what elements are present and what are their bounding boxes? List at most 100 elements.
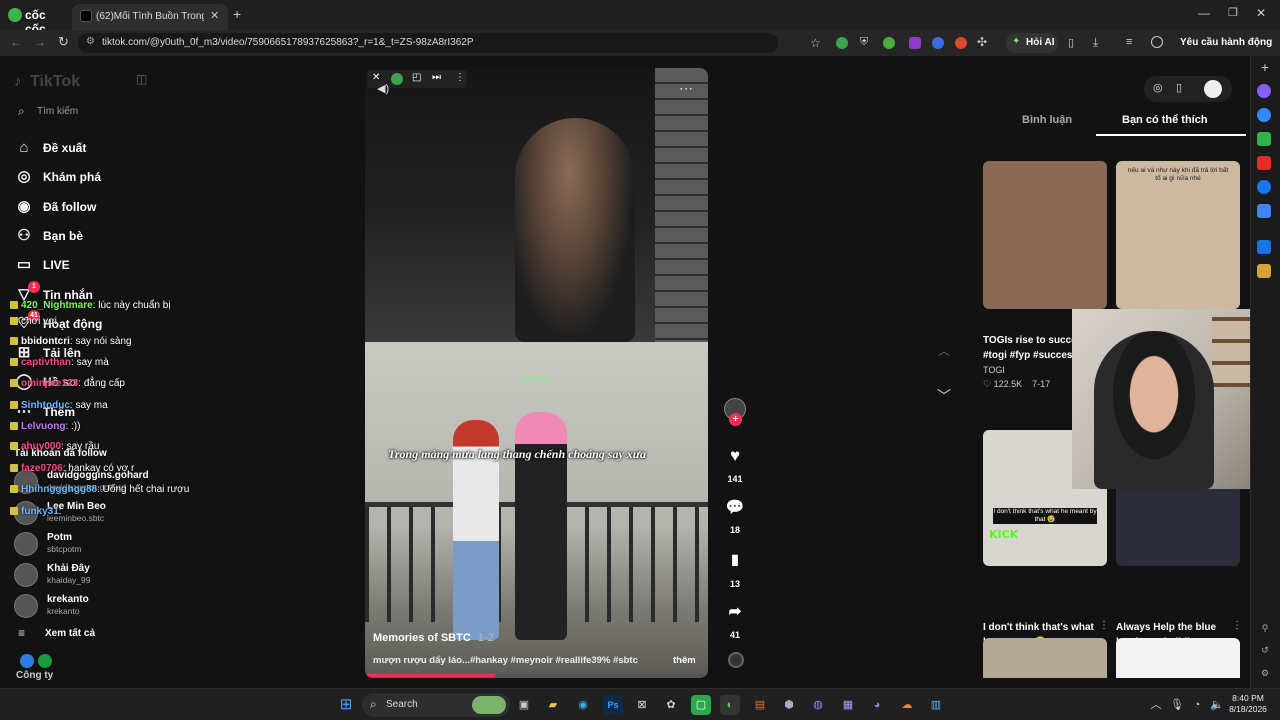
- sidebar-pin-icon[interactable]: ⚲: [1256, 619, 1274, 637]
- video-thumbnail[interactable]: [983, 638, 1107, 678]
- taskbar-search[interactable]: ⌕ Search: [362, 693, 510, 717]
- facebook-icon[interactable]: [1257, 180, 1271, 194]
- capcut-icon[interactable]: ⊠: [632, 695, 652, 715]
- playlist-title[interactable]: Memories of SBTC 1-2: [373, 632, 494, 644]
- translate-icon[interactable]: [1257, 204, 1271, 218]
- ext-blue-icon[interactable]: [932, 37, 944, 49]
- browser-logo[interactable]: cốc cốc: [8, 7, 68, 36]
- download-ext-icon[interactable]: [883, 37, 895, 49]
- app2-icon[interactable]: ▤: [750, 695, 770, 715]
- cloud-icon[interactable]: ☁: [897, 695, 917, 715]
- see-all-link[interactable]: ≡ Xem tất cả: [14, 624, 134, 644]
- progress-track[interactable]: [365, 674, 708, 677]
- card-more-icon[interactable]: ⋮: [1232, 620, 1242, 631]
- video-player[interactable]: Mey Noir Trong màng mưa lang thang chếnh…: [365, 68, 708, 678]
- restore-icon[interactable]: ❐: [1228, 6, 1238, 19]
- wechat-icon[interactable]: ▢: [691, 695, 711, 715]
- edge-icon[interactable]: ◉: [573, 695, 593, 715]
- comment-button[interactable]: 💬 18: [722, 498, 748, 535]
- bookmark-star-icon[interactable]: ☆: [810, 36, 821, 50]
- sidebar-add-icon[interactable]: +: [1256, 58, 1274, 76]
- video-more-icon[interactable]: ⋯: [679, 80, 693, 97]
- photoshop-icon[interactable]: Ps: [603, 695, 623, 715]
- reload-icon[interactable]: ↻: [58, 34, 69, 50]
- sidebar-toggle-icon[interactable]: ▯: [1068, 36, 1074, 49]
- tab-comments[interactable]: Bình luận: [1022, 114, 1072, 126]
- clock[interactable]: 8:40 PM 8/18/2026: [1226, 693, 1270, 717]
- nav-item-compass[interactable]: ◎ Khám phá: [14, 165, 184, 189]
- app4-icon[interactable]: ▦: [838, 695, 858, 715]
- profile-icon[interactable]: [1151, 36, 1163, 48]
- download-video-icon[interactable]: [391, 73, 403, 85]
- notepad-icon[interactable]: ▥: [926, 695, 946, 715]
- photo-icon[interactable]: [1257, 264, 1271, 278]
- steam-icon[interactable]: ⬢: [779, 695, 799, 715]
- collapse-sidebar-icon[interactable]: ◫: [136, 72, 147, 86]
- creator-avatar[interactable]: +: [722, 398, 748, 426]
- minimize-icon[interactable]: —: [1198, 6, 1210, 20]
- menu-dots-icon[interactable]: ⋮: [455, 72, 465, 83]
- volume-icon[interactable]: ◀): [377, 82, 389, 95]
- share-button[interactable]: ➦ 41: [722, 602, 748, 640]
- history-icon[interactable]: ↺: [1256, 641, 1274, 659]
- following-item[interactable]: Potm sbtcpotm: [14, 530, 194, 558]
- video-thumbnail[interactable]: [1116, 638, 1240, 678]
- downloads-icon[interactable]: ⤓: [1093, 35, 1098, 50]
- skip-icon[interactable]: ⏭: [432, 72, 441, 83]
- discord-icon[interactable]: ◕: [867, 695, 887, 715]
- game-icon[interactable]: [1257, 132, 1271, 146]
- sc-icon[interactable]: [1257, 240, 1271, 254]
- start-icon[interactable]: ⊞: [336, 695, 356, 715]
- following-item[interactable]: krekanto krekanto: [14, 592, 194, 620]
- like-button[interactable]: ♥ 141: [722, 446, 748, 484]
- ai-button[interactable]: ✦ Hỏi AI: [1006, 33, 1058, 53]
- request-action-button[interactable]: Yêu cầu hành động: [1172, 33, 1272, 53]
- url-field[interactable]: ⚙ tiktok.com/@y0uth_0f_m3/video/75906651…: [78, 33, 778, 53]
- nav-item-home[interactable]: ⌂ Đề xuất: [14, 136, 184, 160]
- tiktok-logo[interactable]: ♪ TikTok: [14, 72, 104, 92]
- active-tab[interactable]: (62)Mối Tình Buồn Trong Đ ✕: [72, 4, 228, 30]
- close-tab-icon[interactable]: ✕: [210, 9, 219, 22]
- next-video-icon[interactable]: ﹀: [937, 386, 951, 406]
- settings-icon[interactable]: ⚙: [1256, 664, 1274, 682]
- prev-video-icon[interactable]: ︿: [938, 342, 950, 359]
- wifi-icon[interactable]: ◔: [1187, 695, 1207, 715]
- following-item[interactable]: Khải Đây khaiday_99: [14, 561, 194, 589]
- caption-more-link[interactable]: thêm: [673, 655, 696, 666]
- bookmark-button[interactable]: ▮ 13: [722, 551, 748, 589]
- device-icon[interactable]: ▯: [1176, 81, 1182, 94]
- mic-icon[interactable]: 🎙: [1167, 695, 1187, 715]
- extension-icon[interactable]: [836, 37, 848, 49]
- youtube-icon[interactable]: [1257, 156, 1271, 170]
- nav-item-live[interactable]: ▭ LIVE: [14, 253, 184, 277]
- music-disc-icon[interactable]: [728, 652, 744, 668]
- new-tab-icon[interactable]: +: [233, 6, 241, 22]
- tray-chevron-icon[interactable]: ︿: [1146, 695, 1166, 715]
- back-icon[interactable]: ←: [10, 35, 22, 49]
- forward-icon[interactable]: →: [34, 35, 46, 49]
- reading-list-icon[interactable]: ≡: [1126, 36, 1132, 48]
- tab-you-may-like[interactable]: Bạn có thể thích: [1122, 114, 1208, 126]
- pip-icon[interactable]: ◰: [412, 72, 421, 83]
- company-link[interactable]: Công ty: [14, 654, 94, 684]
- coccoc-taskbar-icon[interactable]: ◐: [720, 695, 740, 715]
- nav-item-following[interactable]: ◉ Đã follow: [14, 195, 184, 219]
- search-box[interactable]: ⌕ Tìm kiếm: [12, 100, 152, 124]
- user-avatar[interactable]: [1204, 80, 1222, 98]
- task-view-icon[interactable]: ▣: [514, 695, 534, 715]
- app3-icon[interactable]: ◍: [808, 695, 828, 715]
- live-studio-icon[interactable]: ◎: [1153, 81, 1163, 94]
- ext-purple-icon[interactable]: [909, 37, 921, 49]
- file-explorer-icon[interactable]: ▰: [543, 695, 563, 715]
- app-icon[interactable]: ✿: [661, 695, 681, 715]
- follow-plus-icon[interactable]: +: [729, 413, 742, 426]
- close-window-icon[interactable]: ✕: [1256, 6, 1266, 20]
- volume-tray-icon[interactable]: 🔈: [1207, 695, 1227, 715]
- puzzle-icon[interactable]: ✣: [977, 35, 987, 49]
- nav-item-friends[interactable]: ⚇ Bạn bè: [14, 224, 184, 248]
- ext-red-icon[interactable]: [955, 37, 967, 49]
- messenger-icon[interactable]: [1257, 84, 1271, 98]
- card-more-icon[interactable]: ⋮: [1099, 620, 1109, 631]
- shield-icon[interactable]: ⛨: [860, 36, 868, 49]
- bing-icon[interactable]: [1257, 108, 1271, 122]
